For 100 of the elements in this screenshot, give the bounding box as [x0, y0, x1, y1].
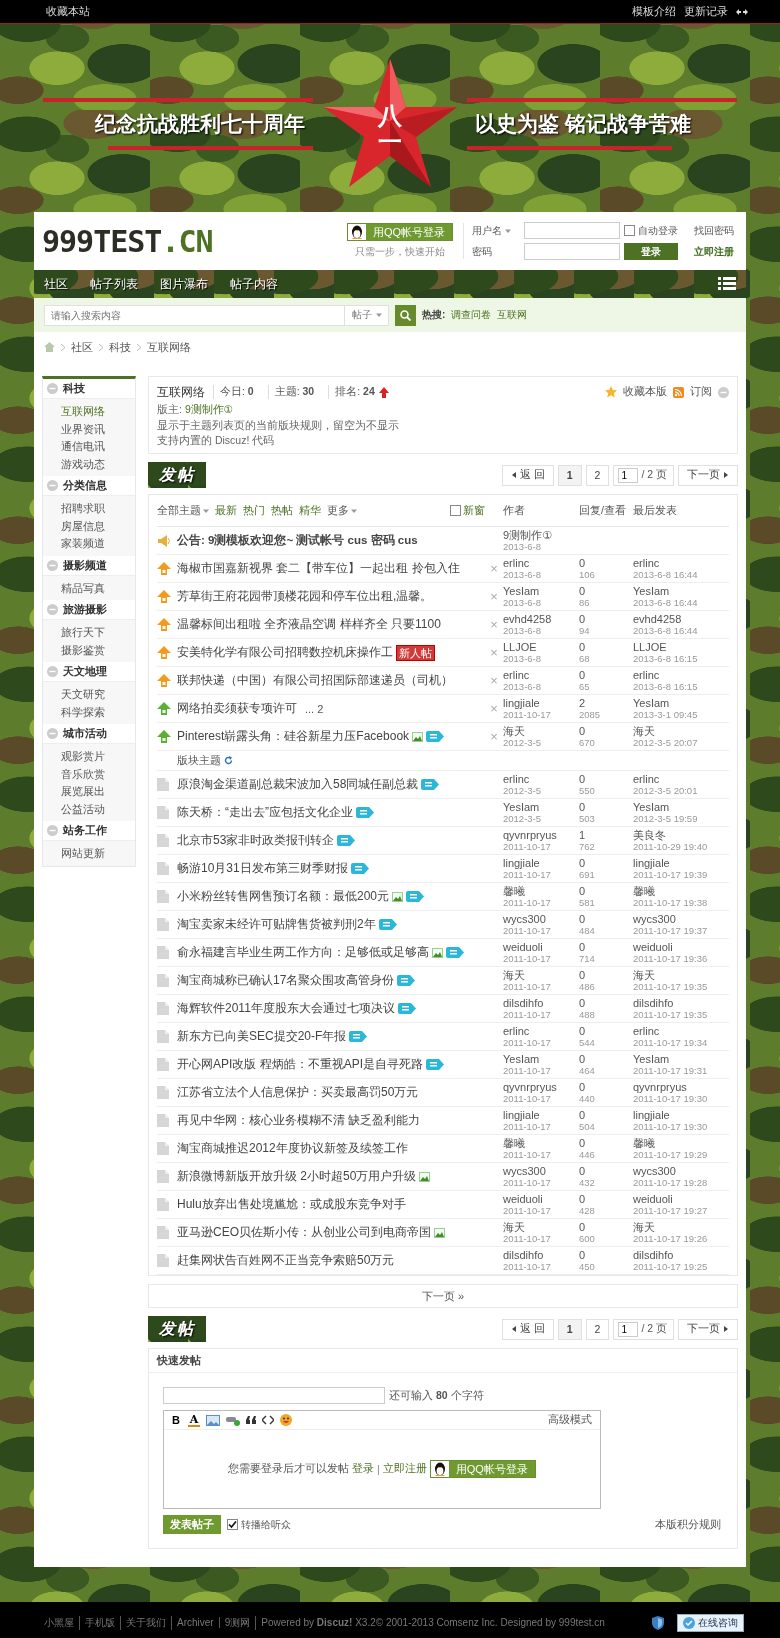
author-name[interactable]: 海天 — [503, 968, 579, 981]
hot-search-link[interactable]: 互联网 — [497, 308, 528, 322]
smiley-icon[interactable] — [280, 1414, 292, 1426]
page-input[interactable]: 1 — [618, 1321, 639, 1337]
search-button[interactable] — [395, 304, 416, 326]
filter-link[interactable]: 热门 — [243, 503, 265, 518]
sidebar-item[interactable]: 互联网络 — [61, 403, 135, 420]
credit-rules-link[interactable]: 本版积分规则 — [655, 1517, 721, 1532]
sidebar-item[interactable]: 招聘求职 — [61, 500, 135, 517]
last-poster[interactable]: YesIam — [633, 584, 729, 597]
next-page-link[interactable]: 下一页 » — [421, 1288, 465, 1304]
last-poster[interactable]: dilsdihfo — [633, 996, 729, 1009]
hot-search-link[interactable]: 调查问卷 — [451, 308, 492, 322]
last-poster[interactable]: dilsdihfo — [633, 1248, 729, 1261]
sidebar-item[interactable]: 科学探索 — [61, 703, 135, 720]
sidebar-group-title[interactable]: 天文地理 — [43, 662, 135, 682]
author-name[interactable]: erlinc — [503, 1024, 579, 1037]
last-poster[interactable]: erlinc — [633, 1024, 729, 1037]
last-poster[interactable]: 馨曦 — [633, 884, 729, 897]
page-input[interactable]: 1 — [618, 467, 639, 483]
author-name[interactable]: wycs300 — [503, 1164, 579, 1177]
sidebar-item[interactable]: 通信电讯 — [61, 438, 135, 455]
subscribe-link[interactable]: 订阅 — [690, 385, 712, 399]
last-poster[interactable]: lingjiale — [633, 856, 729, 869]
sidebar-item[interactable]: 摄影鉴赏 — [61, 641, 135, 658]
subject-field[interactable] — [163, 1387, 385, 1404]
thread-title[interactable]: 淘宝商城称已确认17名聚众围攻高管身份 — [177, 972, 395, 989]
register-link[interactable]: 立即注册 — [382, 1462, 427, 1476]
author-name[interactable]: 馨曦 — [503, 884, 579, 897]
nav-item[interactable]: 社区 — [44, 275, 68, 293]
broadcast-checkbox[interactable] — [227, 1519, 238, 1530]
sidebar-item[interactable]: 精品写真 — [61, 579, 135, 596]
thread-title[interactable]: 再见中华网：核心业务模糊不清 缺乏盈利能力 — [177, 1112, 421, 1129]
last-poster[interactable]: 海天 — [633, 968, 729, 981]
author-name[interactable]: YesIam — [503, 800, 579, 813]
sidebar-item[interactable]: 天文研究 — [61, 686, 135, 703]
moderator-link[interactable]: 9测制作① — [184, 403, 234, 417]
thread-title[interactable]: 安美特化学有限公司招聘数控机床操作工 — [177, 644, 393, 661]
image-icon[interactable] — [206, 1414, 220, 1426]
author-name[interactable]: dilsdihfo — [503, 996, 579, 1009]
last-poster[interactable]: erlinc — [633, 668, 729, 681]
thread-title[interactable]: 俞永福建言毕业生两工作方向：足够低或足够高 — [177, 944, 429, 961]
username-field[interactable] — [524, 222, 620, 239]
filter-link[interactable]: 全部主题 — [157, 503, 209, 518]
new-window-checkbox[interactable] — [450, 505, 461, 516]
page-link[interactable]: 1 — [557, 1318, 582, 1340]
filter-link[interactable]: 最新 — [215, 503, 237, 518]
favorite-link[interactable]: 收藏本版 — [623, 385, 667, 399]
arrows-icon[interactable] — [736, 8, 748, 15]
sidebar-item[interactable]: 游戏动态 — [61, 455, 135, 472]
thread-title[interactable]: 淘宝商城推迟2012年度协议新签及续签工作 — [177, 1140, 408, 1157]
sidebar-group-title[interactable]: 分类信息 — [43, 476, 135, 496]
footer-link[interactable]: 小黑屋 — [44, 1615, 80, 1630]
thread-title[interactable]: 小米粉丝转售网售预订名额：最低200元 — [177, 888, 390, 905]
last-poster[interactable]: wycs300 — [633, 1164, 729, 1177]
sidebar-item[interactable]: 观影赏片 — [61, 748, 135, 765]
last-poster[interactable]: weiduoli — [633, 1192, 729, 1205]
last-poster[interactable]: 馨曦 — [633, 1136, 729, 1149]
sidebar-item[interactable]: 公益活动 — [61, 800, 135, 817]
auto-login-checkbox[interactable] — [624, 225, 635, 236]
next-page-button[interactable]: 下一页 — [678, 464, 738, 486]
thread-title[interactable]: 网络拍卖须获专项许可 — [177, 700, 297, 717]
login-link[interactable]: 登录 — [352, 1462, 375, 1476]
last-poster[interactable]: 海天 — [633, 1220, 729, 1233]
author-name[interactable]: qyvnrpryus — [503, 828, 579, 841]
sidebar-group-title[interactable]: 城市活动 — [43, 724, 135, 744]
nav-item[interactable]: 帖子列表 — [90, 275, 138, 293]
thread-title[interactable]: 北京市53家非时政类报刊转企 — [177, 832, 335, 849]
sidebar-group-title[interactable]: 旅游摄影 — [43, 600, 135, 620]
author-name[interactable]: 海天 — [503, 1220, 579, 1233]
author-name[interactable]: erlinc — [503, 556, 579, 569]
thread-title[interactable]: 联邦快递（中国）有限公司招国际部速递员（司机） — [177, 672, 453, 689]
page-link[interactable]: 2 — [585, 464, 610, 486]
breadcrumb-link[interactable]: 科技 — [109, 339, 131, 355]
forgot-password-link[interactable]: 找回密码 — [694, 223, 738, 238]
thread-title[interactable]: 新浪微博新版开放升级 2小时超50万用户升级 — [177, 1168, 417, 1185]
thread-title[interactable]: 江苏省立法个人信息保护：买卖最高罚50万元 — [177, 1084, 419, 1101]
author-name[interactable]: YesIam — [503, 1052, 579, 1065]
next-page-button[interactable]: 下一页 — [678, 1318, 738, 1340]
last-poster[interactable]: wycs300 — [633, 912, 729, 925]
online-consult-button[interactable]: 在线咨询 — [677, 1613, 744, 1632]
author-name[interactable]: wycs300 — [503, 912, 579, 925]
author-name[interactable]: 9测制作① — [503, 528, 579, 541]
thread-title[interactable]: 海椒市国嘉新视界 套二【带车位】一起出租 拎包入住 — [177, 560, 460, 577]
thread-title[interactable]: 淘宝卖家未经许可贴牌售货被判刑2年 — [177, 916, 376, 933]
page-link[interactable]: 1 — [557, 464, 582, 486]
thread-title[interactable]: 陈天桥：“走出去”应包括文化企业 — [177, 804, 353, 821]
thread-title[interactable]: 芳草街王府花园带顶楼花园和停车位出租,温馨。 — [177, 588, 433, 605]
page-link[interactable]: ... 2 — [305, 702, 324, 715]
nav-item[interactable]: 图片瀑布 — [160, 275, 208, 293]
last-poster[interactable]: YesIam — [633, 1052, 729, 1065]
advanced-mode-link[interactable]: 高级模式 — [548, 1413, 592, 1427]
last-poster[interactable]: erlinc — [633, 556, 729, 569]
author-name[interactable]: LLJOE — [503, 640, 579, 653]
thread-title[interactable]: 开心网API改版 程炳皓：不重视API是自寻死路 — [177, 1056, 424, 1073]
breadcrumb-link[interactable]: 社区 — [71, 339, 93, 355]
announcement-title[interactable]: 公告: 9测模板欢迎您~ 测试帐号 cus 密码 cus — [177, 533, 418, 548]
top-link[interactable]: 更新记录 — [684, 4, 728, 19]
filter-link[interactable]: 更多 — [327, 503, 357, 518]
font-color-button[interactable]: A — [188, 1413, 200, 1427]
